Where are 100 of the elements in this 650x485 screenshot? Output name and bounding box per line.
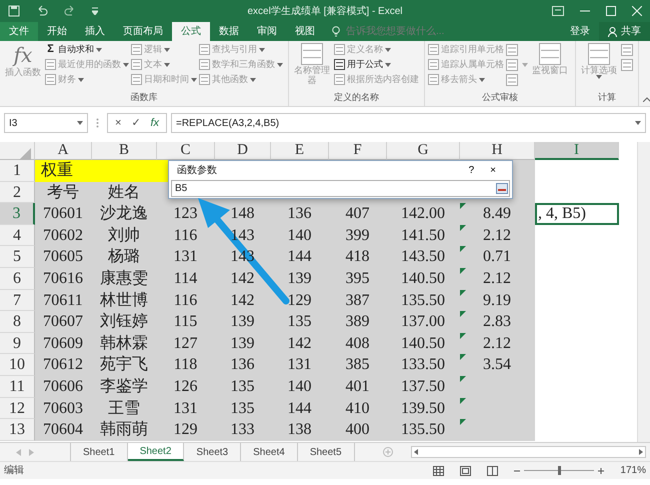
row-header[interactable]: 3 <box>0 203 35 225</box>
sheet-icon <box>45 74 56 85</box>
column-header[interactable]: H <box>460 142 535 160</box>
column-header[interactable]: D <box>215 142 271 160</box>
row-header[interactable]: 4 <box>0 224 35 246</box>
table-cell: 410 <box>329 398 387 420</box>
collapse-ribbon-icon[interactable] <box>643 97 650 102</box>
sign-in-link[interactable]: 登录 <box>561 22 599 41</box>
sheet-tab[interactable]: Sheet2 <box>128 443 184 461</box>
table-cell: 129 <box>157 419 215 441</box>
help-button[interactable]: ? <box>460 162 482 179</box>
column-header[interactable]: I <box>535 142 619 160</box>
sheet-icon <box>428 74 439 85</box>
ribbon-display-icon[interactable] <box>552 6 564 16</box>
table-cell: 126 <box>157 376 215 398</box>
ribbon-tab[interactable]: 开始 <box>38 22 76 41</box>
table-cell: 刘钰婷 <box>92 311 157 333</box>
table-cell: 9.19 <box>460 290 535 312</box>
table-cell: 王雪 <box>92 398 157 420</box>
table-cell: 138 <box>271 419 329 441</box>
ribbon-tab[interactable]: 审阅 <box>248 22 286 41</box>
row-header[interactable]: 2 <box>0 182 35 204</box>
formula-button[interactable]: × <box>110 114 126 132</box>
column-header[interactable]: G <box>387 142 460 160</box>
table-cell: 139 <box>271 268 329 290</box>
column-header[interactable]: E <box>271 142 329 160</box>
ribbon-tab[interactable]: 插入 <box>76 22 114 41</box>
table-cell: 114 <box>157 268 215 290</box>
table-cell: 李鉴学 <box>92 376 157 398</box>
page-layout-icon[interactable] <box>460 466 472 476</box>
row-header[interactable]: 11 <box>0 376 35 398</box>
redo-icon[interactable] <box>64 5 76 17</box>
window-title: excel学生成绩单 [兼容模式] - Excel <box>246 4 404 18</box>
column-header[interactable]: A <box>35 142 92 160</box>
table-cell: 2.12 <box>460 224 535 246</box>
horizontal-scrollbar[interactable] <box>411 446 646 458</box>
sheet-icon <box>199 59 210 70</box>
vertical-scrollbar[interactable] <box>637 142 650 442</box>
cell-editor[interactable]: , 4, B5) <box>535 203 619 225</box>
formula-button[interactable]: fx <box>145 114 164 132</box>
argument-field[interactable]: B5 <box>171 180 510 197</box>
close-button[interactable]: × <box>482 162 504 179</box>
row-header[interactable]: 5 <box>0 246 35 268</box>
ribbon-button[interactable]: 用于公式 <box>334 58 419 71</box>
name-box[interactable]: I3 <box>4 113 88 133</box>
row-header[interactable]: 13 <box>0 419 35 441</box>
sheet-icon <box>334 74 345 85</box>
page-break-icon[interactable] <box>487 466 498 476</box>
scroll-right-icon <box>639 449 643 455</box>
tell-me-field[interactable]: 告诉我您想要做什么... <box>344 23 494 40</box>
sum-icon: Σ <box>45 41 56 58</box>
table-cell: 韩林霖 <box>92 332 157 354</box>
table-cell: 2.12 <box>460 332 535 354</box>
zoom-in-icon[interactable] <box>598 468 604 474</box>
table-cell: 70603 <box>35 398 92 420</box>
normal-view-icon[interactable] <box>433 466 444 476</box>
table-cell: 142 <box>271 332 329 354</box>
row-header[interactable]: 9 <box>0 332 35 354</box>
row-header[interactable]: 8 <box>0 311 35 333</box>
file-tab[interactable]: 文件 <box>0 22 38 41</box>
zoom-out-icon[interactable] <box>514 468 520 474</box>
ribbon-tab[interactable]: 数据 <box>210 22 248 41</box>
maximize-icon[interactable] <box>606 6 616 16</box>
column-header[interactable]: B <box>92 142 157 160</box>
ribbon-tab[interactable]: 公式 <box>172 22 210 41</box>
sheet-icon <box>199 44 210 55</box>
table-cell: 70601 <box>35 203 92 225</box>
undo-icon[interactable] <box>36 5 48 17</box>
dialog-title: 函数参数 <box>177 164 218 178</box>
table-cell: 康惠雯 <box>92 268 157 290</box>
table-cell: 136 <box>271 203 329 225</box>
table-cell: 137.00 <box>387 311 460 333</box>
formula-field[interactable]: =REPLACE(A3,2,4,B5) <box>171 113 646 133</box>
column-header[interactable]: C <box>157 142 215 160</box>
row-header[interactable]: 7 <box>0 290 35 312</box>
slider-thumb[interactable] <box>558 466 562 475</box>
row-header[interactable]: 6 <box>0 268 35 290</box>
table-cell: 144 <box>271 246 329 268</box>
group-label: 定义的名称 <box>333 90 380 104</box>
table-cell: 140 <box>271 376 329 398</box>
zoom-level[interactable]: 171% <box>620 463 646 478</box>
customize-icon[interactable] <box>92 7 98 15</box>
row-header[interactable]: 10 <box>0 354 35 376</box>
ribbon-tab[interactable]: 视图 <box>286 22 324 41</box>
close-icon[interactable] <box>632 6 642 16</box>
ribbon-tab[interactable]: 页面布局 <box>114 22 172 41</box>
collapse-dialog-icon[interactable] <box>496 183 508 194</box>
table-cell: 137.50 <box>387 376 460 398</box>
table-cell: 389 <box>329 311 387 333</box>
row-header[interactable]: 1 <box>0 160 35 182</box>
table-cell: 70602 <box>35 224 92 246</box>
save-icon[interactable] <box>8 5 20 17</box>
row-header[interactable]: 12 <box>0 398 35 420</box>
ribbon-button[interactable]: Σ 自动求和 <box>45 43 129 56</box>
table-cell: 2.12 <box>460 268 535 290</box>
table-cell: 144 <box>271 398 329 420</box>
formula-button[interactable]: ✓ <box>126 114 146 132</box>
column-header[interactable]: F <box>329 142 387 160</box>
share-button[interactable]: 共享 <box>599 22 650 41</box>
table-cell: 399 <box>329 224 387 246</box>
